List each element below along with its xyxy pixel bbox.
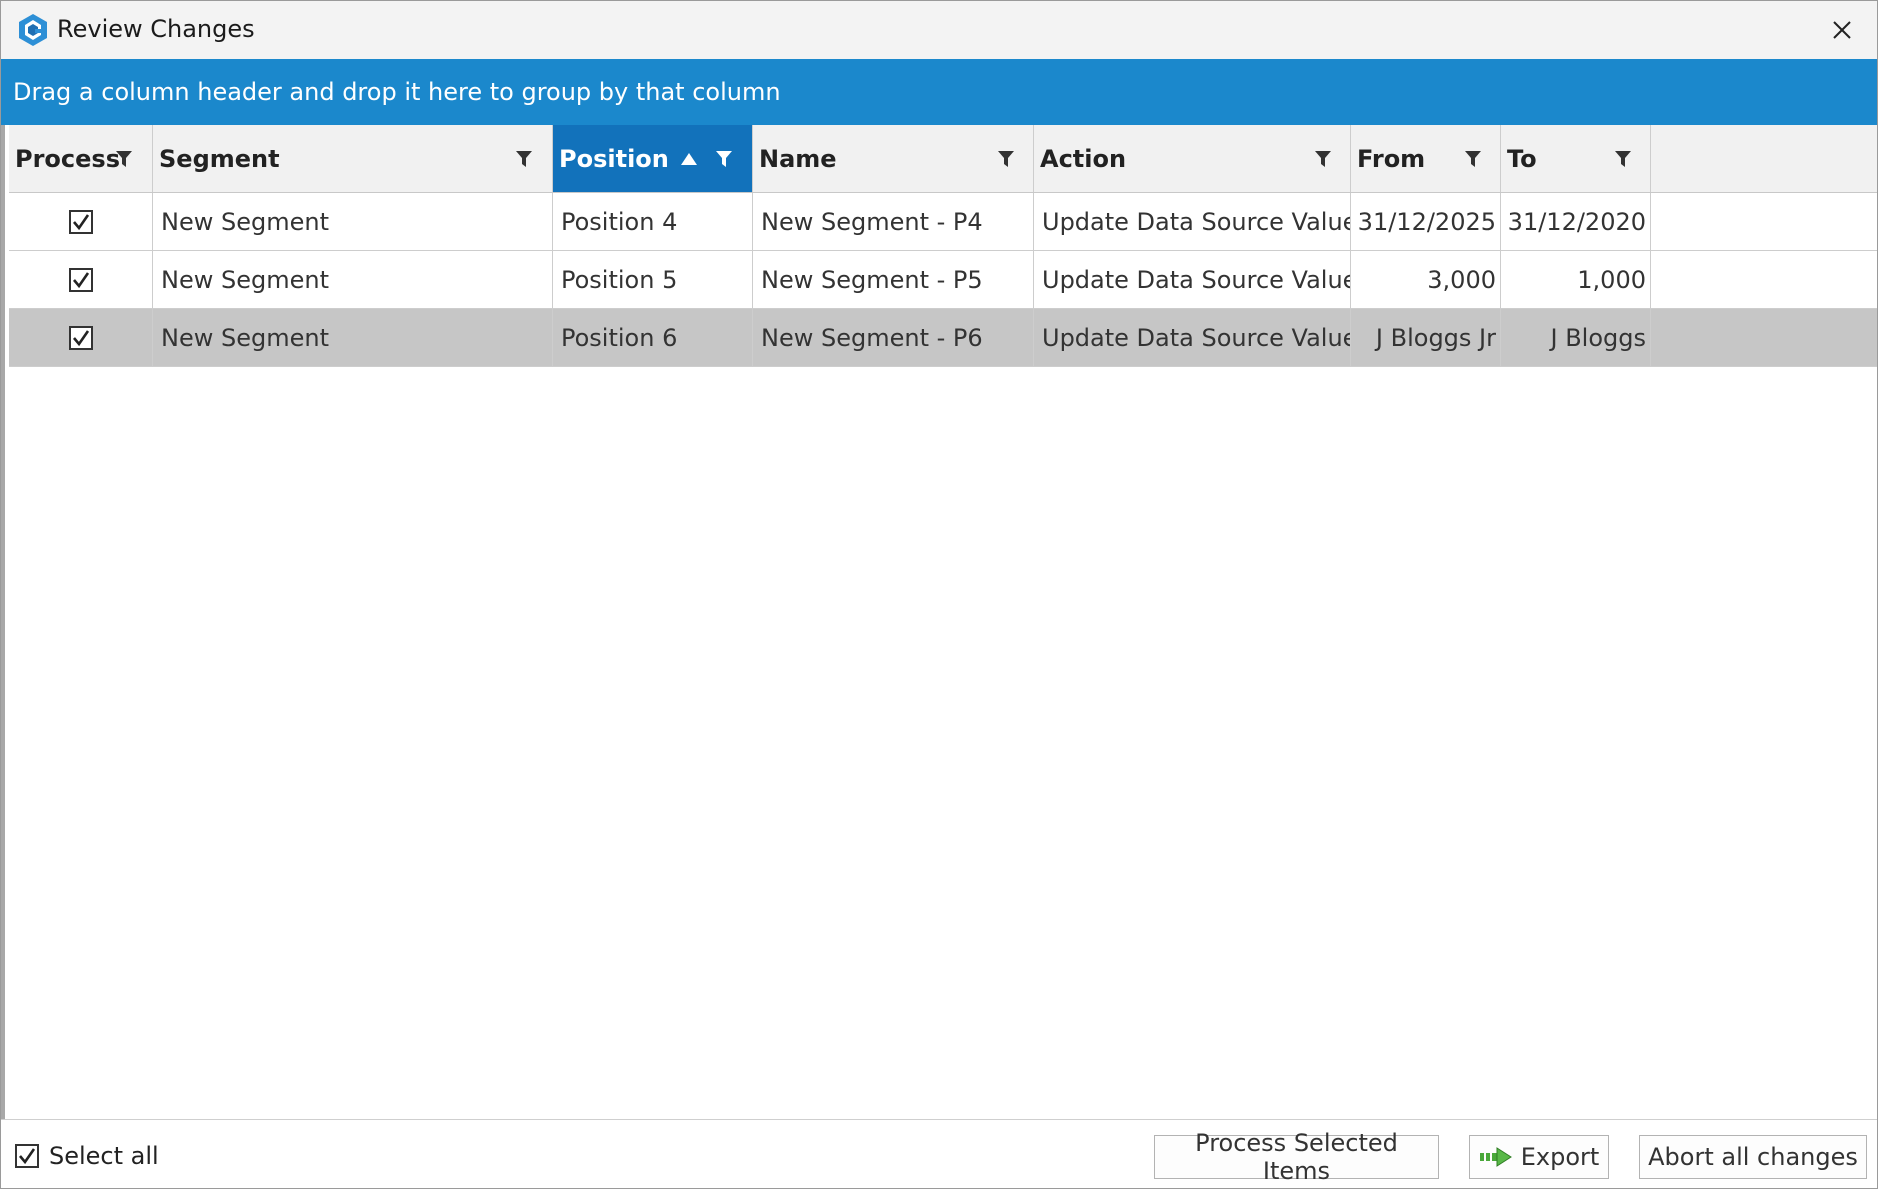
column-header-position[interactable]: Position bbox=[553, 125, 753, 192]
filter-icon[interactable] bbox=[1614, 150, 1632, 168]
segment-cell: New Segment bbox=[153, 309, 553, 366]
abort-all-changes-button[interactable]: Abort all changes bbox=[1639, 1135, 1867, 1179]
filler-cell bbox=[1651, 309, 1877, 366]
checkmark-icon bbox=[19, 1148, 36, 1165]
grid-left-border bbox=[1, 125, 5, 1125]
table-row-selected[interactable]: New Segment Position 6 New Segment - P6 … bbox=[9, 309, 1877, 367]
checkmark-icon bbox=[72, 271, 89, 288]
action-cell: Update Data Source Value bbox=[1034, 309, 1351, 366]
filter-icon[interactable] bbox=[715, 150, 733, 168]
column-header-segment[interactable]: Segment bbox=[153, 125, 553, 192]
from-cell: 3,000 bbox=[1351, 251, 1501, 308]
segment-cell: New Segment bbox=[153, 193, 553, 250]
export-arrow-icon bbox=[1479, 1147, 1512, 1167]
group-by-hint: Drag a column header and drop it here to… bbox=[13, 78, 781, 106]
name-cell: New Segment - P5 bbox=[753, 251, 1034, 308]
filler-cell bbox=[1651, 193, 1877, 250]
to-cell: 1,000 bbox=[1501, 251, 1651, 308]
process-cell bbox=[9, 309, 153, 366]
filter-icon[interactable] bbox=[1314, 150, 1332, 168]
from-cell: J Bloggs Jr bbox=[1351, 309, 1501, 366]
sort-ascending-icon bbox=[681, 153, 697, 165]
footer-bar: Select all Process Selected Items Export… bbox=[1, 1119, 1877, 1188]
position-cell: Position 6 bbox=[553, 309, 753, 366]
name-cell: New Segment - P6 bbox=[753, 309, 1034, 366]
filler-cell bbox=[1651, 251, 1877, 308]
grid-header-row: Process Segment Position Name Action Fro… bbox=[9, 125, 1877, 193]
checkmark-icon bbox=[72, 213, 89, 230]
close-icon[interactable] bbox=[1825, 13, 1859, 47]
column-header-filler bbox=[1651, 125, 1877, 192]
app-logo-icon bbox=[19, 14, 47, 46]
select-all-checkbox[interactable] bbox=[15, 1144, 39, 1168]
select-all-control[interactable]: Select all bbox=[15, 1142, 159, 1170]
process-selected-items-button[interactable]: Process Selected Items bbox=[1154, 1129, 1439, 1185]
process-checkbox[interactable] bbox=[68, 325, 93, 350]
column-header-from[interactable]: From bbox=[1351, 125, 1501, 192]
review-changes-window: Review Changes Drag a column header and … bbox=[0, 0, 1878, 1189]
name-cell: New Segment - P4 bbox=[753, 193, 1034, 250]
table-row[interactable]: New Segment Position 5 New Segment - P5 … bbox=[9, 251, 1877, 309]
action-cell: Update Data Source Value bbox=[1034, 251, 1351, 308]
process-cell bbox=[9, 251, 153, 308]
position-cell: Position 5 bbox=[553, 251, 753, 308]
action-cell: Update Data Source Value bbox=[1034, 193, 1351, 250]
filter-icon[interactable] bbox=[515, 150, 533, 168]
process-checkbox[interactable] bbox=[68, 209, 93, 234]
export-button[interactable]: Export bbox=[1469, 1135, 1609, 1179]
group-by-panel[interactable]: Drag a column header and drop it here to… bbox=[1, 59, 1877, 125]
select-all-label: Select all bbox=[49, 1142, 159, 1170]
table-row[interactable]: New Segment Position 4 New Segment - P4 … bbox=[9, 193, 1877, 251]
column-header-to[interactable]: To bbox=[1501, 125, 1651, 192]
position-cell: Position 4 bbox=[553, 193, 753, 250]
checkmark-icon bbox=[72, 329, 89, 346]
to-cell: 31/12/2020 bbox=[1501, 193, 1651, 250]
process-checkbox[interactable] bbox=[68, 267, 93, 292]
from-cell: 31/12/2025 bbox=[1351, 193, 1501, 250]
title-bar: Review Changes bbox=[1, 1, 1877, 59]
filter-icon[interactable] bbox=[997, 150, 1015, 168]
window-title: Review Changes bbox=[57, 15, 255, 43]
filter-icon[interactable] bbox=[115, 150, 133, 168]
process-cell bbox=[9, 193, 153, 250]
to-cell: J Bloggs bbox=[1501, 309, 1651, 366]
filter-icon[interactable] bbox=[1464, 150, 1482, 168]
column-header-name[interactable]: Name bbox=[753, 125, 1034, 192]
column-header-process[interactable]: Process bbox=[9, 125, 153, 192]
column-header-action[interactable]: Action bbox=[1034, 125, 1351, 192]
segment-cell: New Segment bbox=[153, 251, 553, 308]
